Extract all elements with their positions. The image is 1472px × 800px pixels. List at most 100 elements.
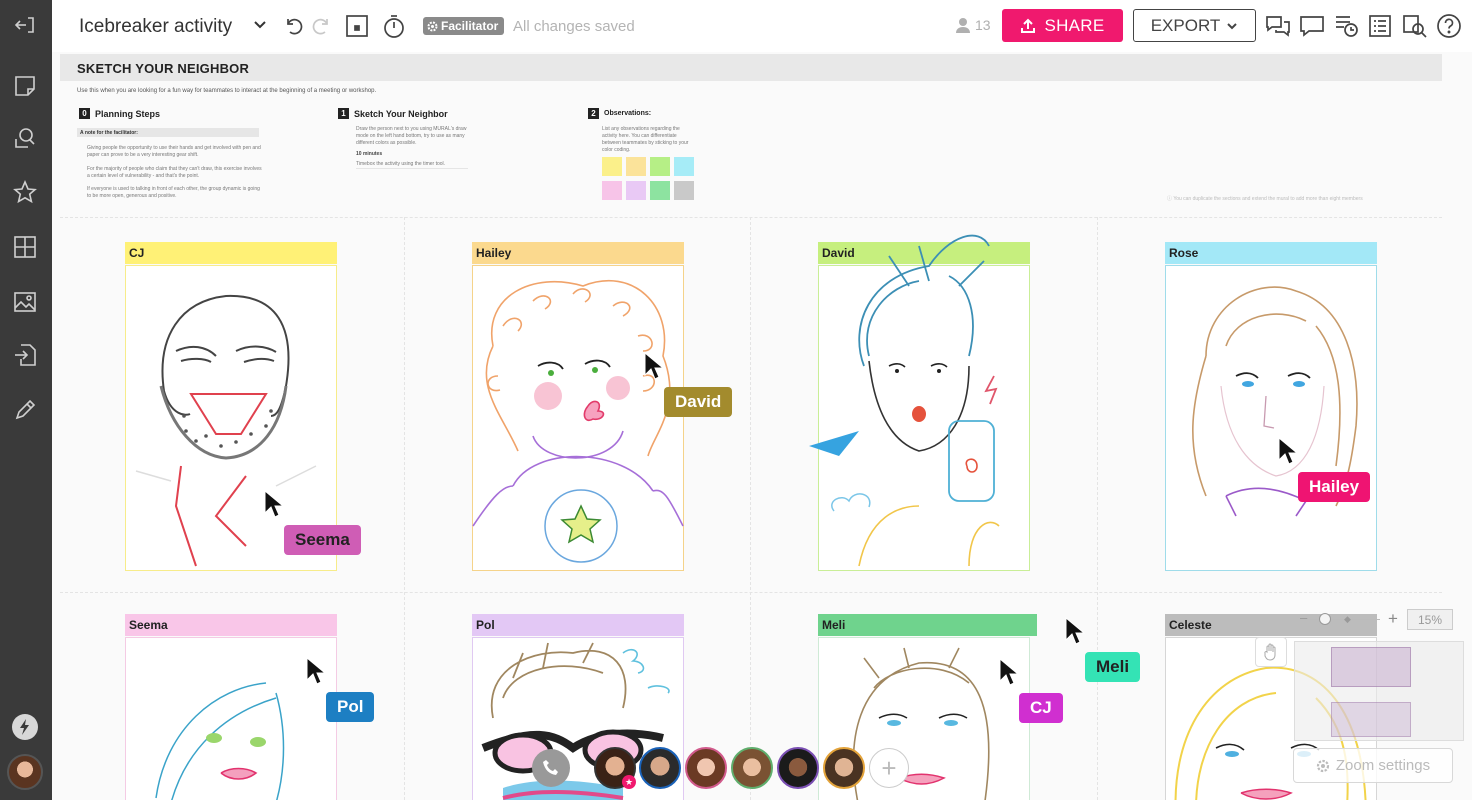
image-icon[interactable] xyxy=(10,287,40,317)
name-tag-meli[interactable]: Meli xyxy=(818,614,1037,636)
name-tag-rose[interactable]: Rose xyxy=(1165,242,1377,264)
zoom-settings-button[interactable]: Zoom settings xyxy=(1293,748,1453,783)
divider xyxy=(60,217,1442,218)
outline-list-icon[interactable] xyxy=(1367,13,1393,39)
export-label: EXPORT xyxy=(1150,15,1221,35)
sketch-drawing xyxy=(809,234,1000,567)
import-icon[interactable] xyxy=(10,340,40,370)
help-icon[interactable] xyxy=(1436,13,1462,39)
cursor-pointer-icon xyxy=(1064,616,1086,646)
cursor-name: David xyxy=(675,392,722,411)
participant-avatar[interactable] xyxy=(823,747,865,789)
avatar[interactable] xyxy=(7,754,43,790)
divider xyxy=(1097,217,1098,800)
planning-bullet: If everyone is used to talking in front … xyxy=(87,186,260,199)
comments-icon[interactable] xyxy=(1299,13,1325,39)
cursor-pointer-icon xyxy=(305,656,327,686)
add-participant-button[interactable]: + xyxy=(869,748,909,788)
exit-icon[interactable] xyxy=(10,10,40,40)
name-tag-hailey[interactable]: Hailey xyxy=(472,242,684,264)
minimap-region xyxy=(1331,702,1411,737)
sticky-note-icon[interactable] xyxy=(10,71,40,101)
participant-avatar[interactable]: ★ xyxy=(594,747,636,789)
name-tag-pol[interactable]: Pol xyxy=(472,614,684,636)
facilitator-badge[interactable]: Facilitator xyxy=(423,17,505,35)
bolt-icon[interactable] xyxy=(12,714,38,740)
name-tag-seema[interactable]: Seema xyxy=(125,614,337,636)
color-swatch xyxy=(626,181,646,200)
upload-icon xyxy=(1021,18,1036,33)
step-title: Observations: xyxy=(604,110,652,117)
mural-app: Icebreaker activity Facilitator All chan… xyxy=(0,0,1472,800)
cursor-name: CJ xyxy=(1030,698,1052,717)
gear-icon xyxy=(1316,759,1329,772)
hand-tool-icon[interactable] xyxy=(1255,637,1287,667)
participant-avatar[interactable] xyxy=(731,747,773,789)
outline-mode-icon[interactable] xyxy=(344,13,370,39)
zoom-slider[interactable]: – ◆ xyxy=(1300,611,1380,626)
cursor-pointer-icon xyxy=(643,351,665,381)
step-number: 2 xyxy=(588,108,599,119)
step-title: Sketch Your Neighbor xyxy=(354,108,448,119)
step-number: 0 xyxy=(79,108,90,119)
sketch-card-rose[interactable] xyxy=(1165,265,1377,571)
participant-avatar[interactable] xyxy=(685,747,727,789)
cursor-name: Seema xyxy=(295,530,350,549)
cursor-name: Hailey xyxy=(1309,477,1360,496)
color-swatch xyxy=(674,157,694,176)
chat-icon[interactable] xyxy=(1265,13,1291,39)
participant-avatar[interactable] xyxy=(639,747,681,789)
export-button[interactable]: EXPORT xyxy=(1133,9,1256,42)
pencil-icon[interactable] xyxy=(10,395,40,425)
step-planning: 0 Planning Steps xyxy=(79,108,160,119)
color-swatch xyxy=(650,181,670,200)
color-swatch xyxy=(602,157,622,176)
redo-icon[interactable] xyxy=(308,13,334,39)
sketch-drawing xyxy=(1192,286,1358,517)
zoom-step-icon: ◆ xyxy=(1344,614,1351,624)
step-observations: 2 Observations: xyxy=(588,108,651,119)
divider xyxy=(750,217,751,800)
divider xyxy=(60,592,1442,593)
minimap[interactable] xyxy=(1294,641,1464,741)
left-sidebar xyxy=(0,0,52,800)
info-note: ⓘ You can duplicate the sections and ext… xyxy=(1167,196,1363,202)
zoom-out-icon[interactable]: – xyxy=(1300,611,1307,624)
online-users[interactable]: 13 xyxy=(954,16,991,34)
search-icon[interactable] xyxy=(1402,13,1428,39)
template-header xyxy=(60,54,1442,81)
activity-icon[interactable] xyxy=(1334,13,1360,39)
board-title[interactable]: Icebreaker activity xyxy=(79,16,232,38)
zoom-level[interactable]: 15% xyxy=(1407,609,1453,630)
zoom-slider-handle[interactable] xyxy=(1319,613,1331,625)
online-count: 13 xyxy=(975,17,991,33)
sketch-card-david[interactable] xyxy=(809,234,1030,571)
step-number: 1 xyxy=(338,108,349,119)
cursor-pointer-icon xyxy=(263,489,285,519)
share-button[interactable]: SHARE xyxy=(1002,9,1123,42)
cursor-pointer-icon xyxy=(1277,436,1299,466)
timer-icon[interactable] xyxy=(381,13,407,39)
star-icon[interactable] xyxy=(10,177,40,207)
sketch-card-hailey[interactable] xyxy=(472,265,684,571)
participant-avatar[interactable] xyxy=(777,747,819,789)
color-swatch xyxy=(602,181,622,200)
name-tag-cj[interactable]: CJ xyxy=(125,242,337,264)
share-label: SHARE xyxy=(1044,15,1105,35)
search-shapes-icon[interactable] xyxy=(10,123,40,153)
cursor-name: Pol xyxy=(337,697,364,716)
grid-icon[interactable] xyxy=(10,232,40,262)
sketch-time: 10 minutes xyxy=(356,151,383,157)
color-swatch xyxy=(674,181,694,200)
zoom-in-icon[interactable]: + xyxy=(1388,609,1398,629)
template-title: SKETCH YOUR NEIGHBOR xyxy=(77,61,250,76)
mural-canvas[interactable]: SKETCH YOUR NEIGHBOR Use this when you a… xyxy=(52,52,1472,800)
user-icon xyxy=(956,18,970,33)
step-title: Planning Steps xyxy=(95,108,161,119)
undo-icon[interactable] xyxy=(281,13,307,39)
color-swatch xyxy=(650,157,670,176)
phone-icon[interactable] xyxy=(532,749,570,787)
save-status: All changes saved xyxy=(513,18,635,35)
chevron-down-icon[interactable] xyxy=(252,16,268,32)
planning-bullet: Giving people the opportunity to use the… xyxy=(87,145,261,158)
